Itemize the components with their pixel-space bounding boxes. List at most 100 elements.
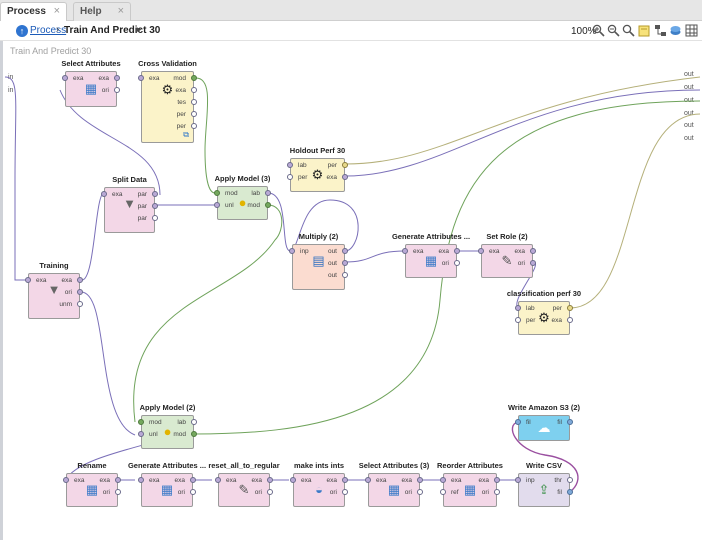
set-role-icon: ✎: [501, 253, 513, 268]
port-label: per: [176, 123, 186, 130]
output-port[interactable]: [342, 174, 348, 180]
port-label: par: [137, 203, 147, 210]
operator-set-role-2[interactable]: Set Role (2) exa exa ori ✎: [478, 232, 536, 278]
output-port[interactable]: [114, 87, 120, 93]
output-port[interactable]: [267, 489, 273, 495]
port-label: mod: [173, 431, 186, 438]
output-port[interactable]: [190, 489, 196, 495]
operator-holdout-perf[interactable]: Holdout Perf 30 lab per per exa ⚙: [287, 146, 348, 192]
operator-generate-attributes-top[interactable]: Generate Attributes ... exa exa ori ▦: [392, 232, 470, 278]
output-port[interactable]: [567, 317, 573, 323]
port-label: exa: [73, 75, 84, 82]
output-port[interactable]: [342, 489, 348, 495]
output-port[interactable]: [191, 99, 197, 105]
input-port[interactable]: [290, 477, 296, 483]
filter-funnel-icon: ▼: [47, 282, 61, 297]
output-port[interactable]: [152, 191, 158, 197]
output-port[interactable]: [567, 489, 573, 495]
port-label: fil: [526, 419, 531, 426]
output-port[interactable]: [267, 477, 273, 483]
input-port[interactable]: [63, 477, 69, 483]
port-label: exa: [174, 477, 185, 484]
output-port[interactable]: [190, 477, 196, 483]
operator-cross-validation[interactable]: Cross Validation exa mod exa tes per per…: [138, 59, 197, 143]
output-port[interactable]: [152, 203, 158, 209]
input-port[interactable]: [138, 431, 144, 437]
output-port[interactable]: [191, 123, 197, 129]
output-port[interactable]: [494, 477, 500, 483]
operator-apply-model-3[interactable]: Apply Model (3) mod unl lab mod ●: [214, 174, 271, 220]
input-port[interactable]: [214, 190, 220, 196]
operator-select-attributes-3[interactable]: Select Attributes (3) exa exa ori ▦: [359, 461, 429, 507]
output-port[interactable]: [115, 489, 121, 495]
output-port[interactable]: [115, 477, 121, 483]
output-port[interactable]: [342, 477, 348, 483]
input-port[interactable]: [365, 477, 371, 483]
input-port[interactable]: [402, 248, 408, 254]
output-port[interactable]: [417, 477, 423, 483]
output-port[interactable]: [191, 431, 197, 437]
output-port[interactable]: [77, 301, 83, 307]
operator-write-csv[interactable]: Write CSV inp thr fil ⇪: [515, 461, 573, 507]
operator-training[interactable]: Training exa exa ori unm ▼: [25, 261, 83, 319]
output-port[interactable]: [342, 162, 348, 168]
input-port[interactable]: [138, 477, 144, 483]
input-port[interactable]: [440, 477, 446, 483]
output-port[interactable]: [191, 75, 197, 81]
input-port[interactable]: [62, 75, 68, 81]
operator-split-data[interactable]: Split Data exa par par par ▼: [101, 175, 158, 233]
output-port[interactable]: [530, 260, 536, 266]
operator-apply-model-2[interactable]: Apply Model (2) mod unl lab mod ●: [138, 403, 197, 449]
operator-multiply-2[interactable]: Multiply (2) inp out out out ▤: [289, 232, 348, 290]
input-port[interactable]: [440, 489, 446, 495]
output-port[interactable]: [342, 272, 348, 278]
operator-title: Set Role (2): [486, 232, 528, 241]
output-port[interactable]: [152, 215, 158, 221]
input-port[interactable]: [101, 191, 107, 197]
output-port[interactable]: [454, 260, 460, 266]
input-port[interactable]: [287, 162, 293, 168]
output-port[interactable]: [114, 75, 120, 81]
input-port[interactable]: [25, 277, 31, 283]
input-port[interactable]: [478, 248, 484, 254]
output-port[interactable]: [265, 202, 271, 208]
input-port[interactable]: [138, 419, 144, 425]
operator-write-amazon-s3[interactable]: Write Amazon S3 (2) fil fil ☁: [508, 403, 580, 441]
output-port[interactable]: [342, 248, 348, 254]
input-port[interactable]: [515, 419, 521, 425]
output-port[interactable]: [77, 289, 83, 295]
output-port[interactable]: [417, 489, 423, 495]
output-port[interactable]: [567, 477, 573, 483]
port-label: par: [137, 215, 147, 222]
output-port[interactable]: [191, 111, 197, 117]
operator-select-attributes[interactable]: Select Attributes exa exa ori ▦: [61, 59, 121, 107]
input-port[interactable]: [214, 202, 220, 208]
input-port[interactable]: [515, 317, 521, 323]
input-port[interactable]: [289, 248, 295, 254]
input-port[interactable]: [138, 75, 144, 81]
output-port[interactable]: [494, 489, 500, 495]
operator-generate-attributes-bottom[interactable]: Generate Attributes ... exa exa ori ▦: [128, 461, 206, 507]
output-port[interactable]: [567, 419, 573, 425]
operator-rename[interactable]: Rename exa exa ori ▦: [63, 461, 121, 507]
output-port[interactable]: [342, 260, 348, 266]
output-port[interactable]: [454, 248, 460, 254]
output-port[interactable]: [191, 419, 197, 425]
output-port[interactable]: [265, 190, 271, 196]
output-port[interactable]: [77, 277, 83, 283]
output-port[interactable]: [530, 248, 536, 254]
operator-reorder-attributes[interactable]: Reorder Attributes exa ref exa ori ▦: [437, 461, 503, 507]
operator-reset-all-to-regular[interactable]: reset_all_to_regular exa exa ori ✎: [208, 461, 280, 507]
input-port[interactable]: [215, 477, 221, 483]
operator-make-ints-ints[interactable]: make ints ints exa exa ori ◒: [290, 461, 348, 507]
subprocess-icon[interactable]: ⧉: [183, 130, 189, 140]
input-port[interactable]: [515, 477, 521, 483]
input-port[interactable]: [515, 305, 521, 311]
operator-classification-perf[interactable]: classification perf 30 lab per per exa ⚙: [507, 289, 581, 335]
port-label: exa: [226, 477, 237, 484]
port-label: exa: [98, 75, 109, 82]
operator-title: Training: [39, 261, 69, 270]
output-port[interactable]: [191, 87, 197, 93]
port-label: out: [327, 272, 337, 279]
output-port[interactable]: [567, 305, 573, 311]
